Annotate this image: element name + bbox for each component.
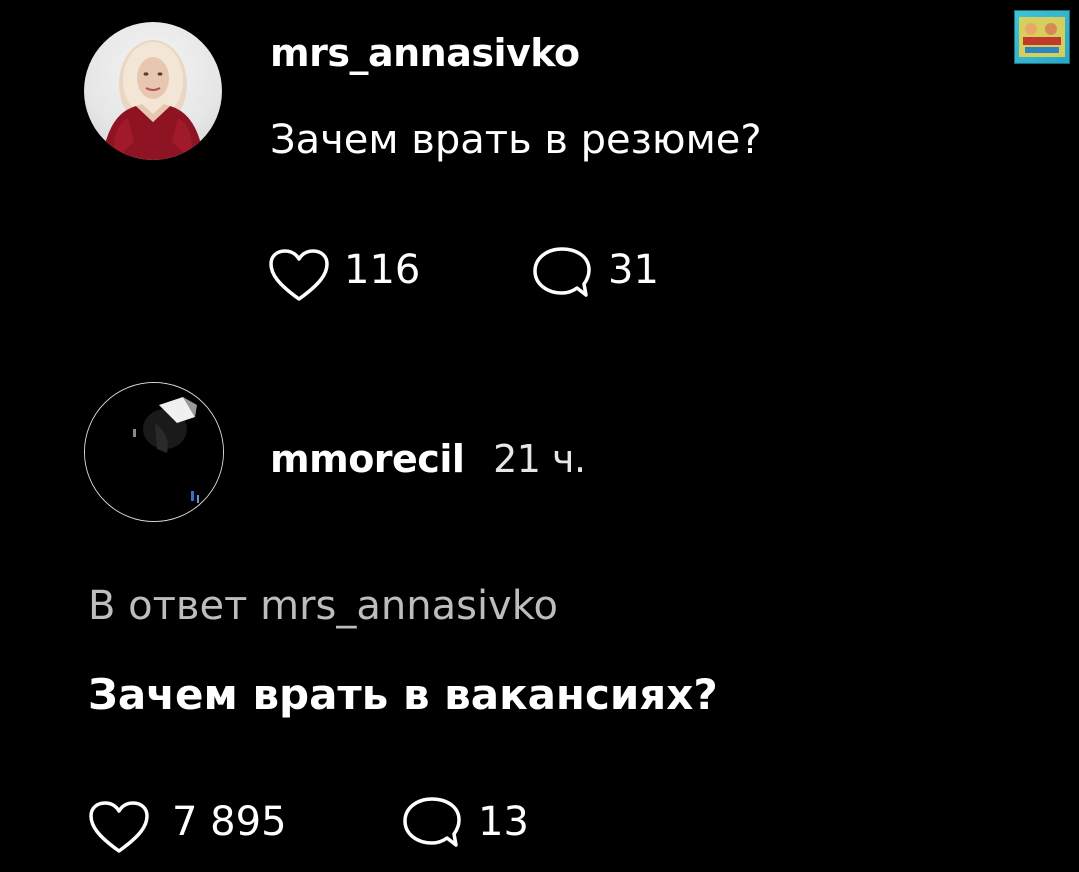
reply-comment-count: 13 (478, 799, 529, 845)
reply-like-count: 7 895 (172, 799, 287, 845)
channel-logo (1014, 10, 1070, 64)
reply-timestamp: 21 ч. (493, 437, 586, 481)
avatar-mmorecil[interactable] (84, 382, 224, 522)
reply-username[interactable]: mmorecil (270, 437, 465, 481)
post-username[interactable]: mrs_annasivko (270, 34, 580, 72)
post-text: Зачем врать в резюме? (270, 117, 762, 163)
reply-header: mmorecil 21 ч. (270, 440, 586, 478)
avatar-mrs-annasivko[interactable] (84, 22, 222, 160)
heart-icon[interactable] (268, 248, 330, 304)
reply-text: Зачем врать в вакансиях? (88, 670, 718, 719)
reply-to-label[interactable]: В ответ mrs_annasivko (88, 586, 558, 626)
comment-bubble-icon[interactable] (402, 796, 462, 854)
post-like-count: 116 (344, 247, 421, 293)
post-comment-count: 31 (608, 247, 659, 293)
comment-bubble-icon[interactable] (532, 246, 592, 304)
heart-icon[interactable] (88, 800, 150, 856)
